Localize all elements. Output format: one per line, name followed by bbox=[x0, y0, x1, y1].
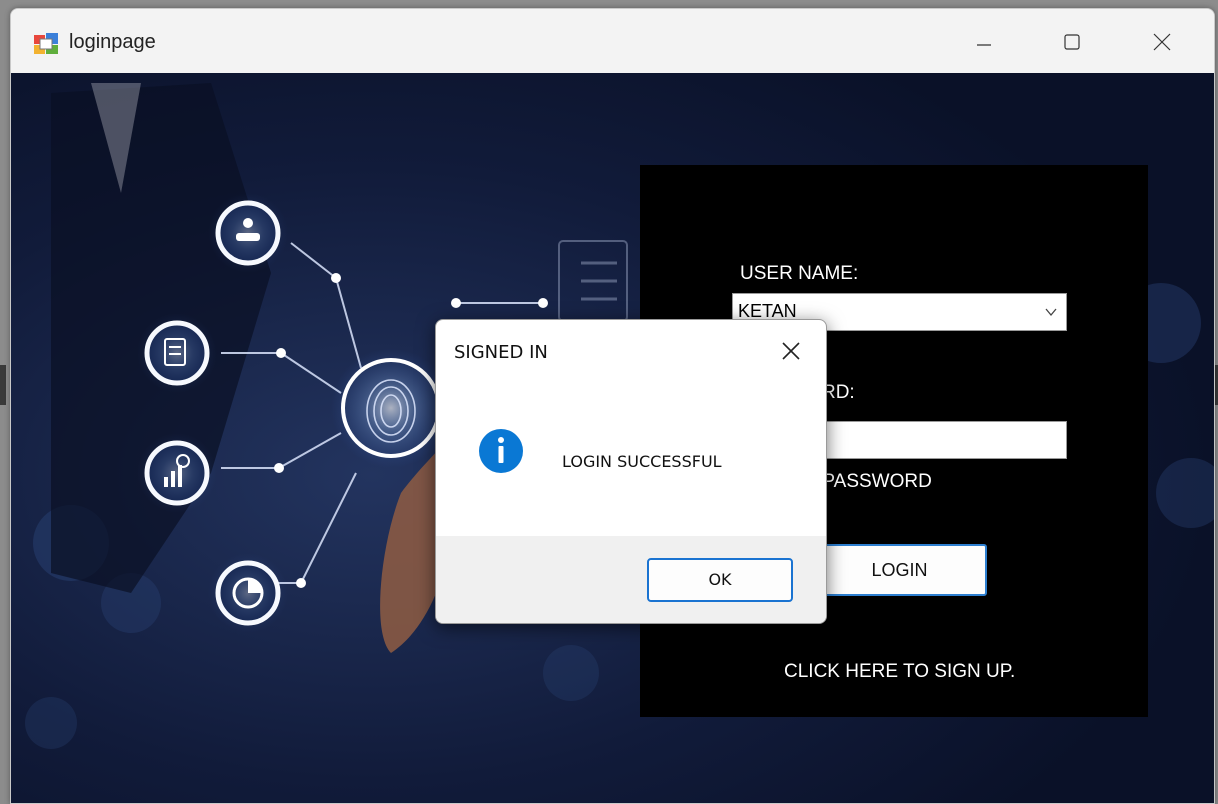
info-icon bbox=[479, 429, 523, 473]
signed-in-dialog: SIGNED IN LOGIN SUCCESSFUL OK bbox=[435, 319, 827, 624]
title-bar[interactable]: loginpage bbox=[11, 9, 1214, 73]
desktop-edge-left bbox=[0, 365, 6, 405]
chevron-down-icon[interactable] bbox=[1044, 305, 1058, 319]
maximize-icon[interactable] bbox=[1052, 25, 1092, 59]
signup-link[interactable]: CLICK HERE TO SIGN UP. bbox=[784, 661, 1015, 683]
minimize-icon[interactable] bbox=[964, 25, 1004, 59]
dialog-title: SIGNED IN bbox=[454, 342, 548, 363]
window-title: loginpage bbox=[69, 31, 156, 53]
dialog-body: LOGIN SUCCESSFUL bbox=[436, 380, 826, 536]
ok-button[interactable]: OK bbox=[647, 558, 793, 602]
close-icon[interactable] bbox=[1142, 25, 1182, 59]
login-button[interactable]: LOGIN bbox=[812, 544, 987, 596]
app-icon bbox=[34, 33, 58, 54]
dialog-message: LOGIN SUCCESSFUL bbox=[562, 452, 722, 471]
username-label: USER NAME: bbox=[740, 263, 859, 284]
close-icon[interactable] bbox=[778, 338, 804, 364]
